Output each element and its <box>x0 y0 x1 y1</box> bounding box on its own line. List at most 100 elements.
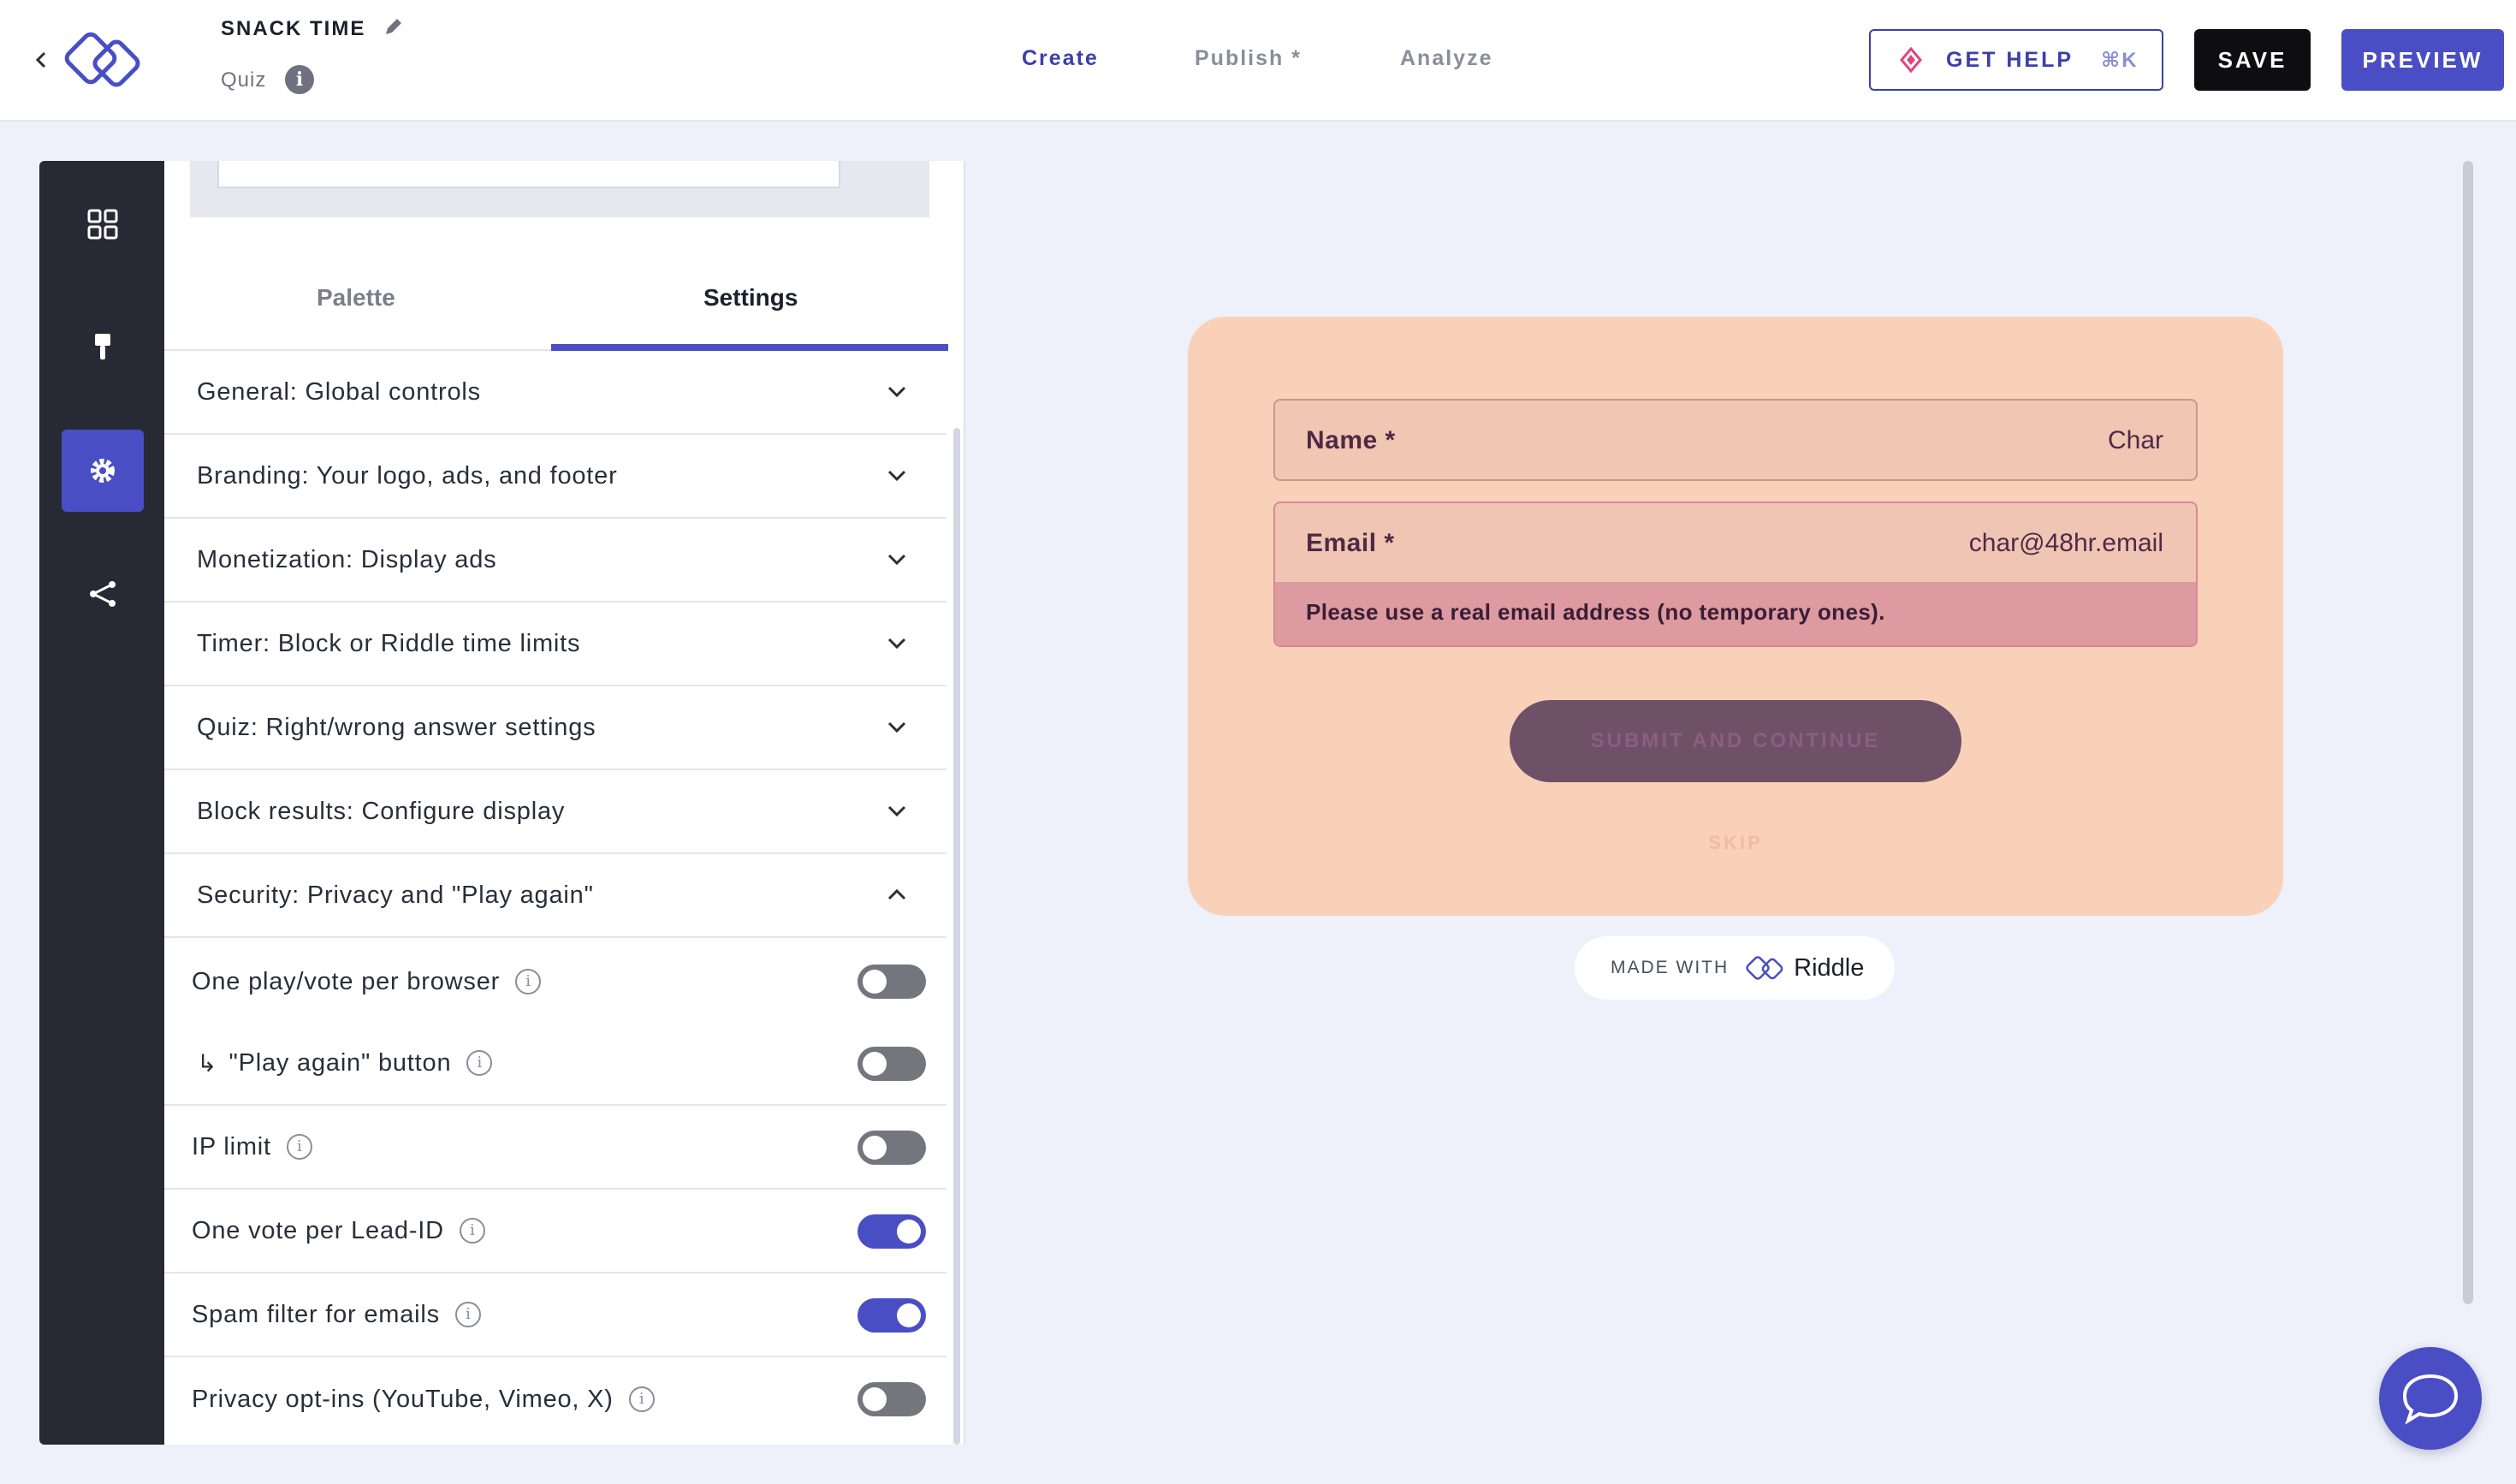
accordion-label: Monetization: Display ads <box>197 545 497 573</box>
made-with-label: MADE WITH <box>1611 958 1730 977</box>
accordion-security[interactable]: Security: Privacy and "Play again" <box>164 854 946 938</box>
accordion-branding[interactable]: Branding: Your logo, ads, and footer <box>164 435 946 519</box>
toggle-knob <box>863 1136 887 1160</box>
email-error-banner: Please use a real email address (no temp… <box>1275 582 2196 645</box>
skip-button[interactable]: SKIP <box>1188 832 2283 854</box>
info-icon[interactable]: i <box>285 65 314 94</box>
riddle-logo-icon[interactable] <box>60 27 154 92</box>
accordion-general[interactable]: General: Global controls <box>164 351 946 435</box>
toggle-knob <box>897 1303 921 1327</box>
canvas-scrollbar[interactable] <box>2463 161 2473 1304</box>
save-button[interactable]: SAVE <box>2194 29 2311 91</box>
option-label: One vote per Lead-ID <box>192 1216 444 1244</box>
tab-create[interactable]: Create <box>1022 46 1099 71</box>
option-ip-limit: IP limit i <box>164 1106 946 1190</box>
tab-palette[interactable]: Palette <box>317 284 395 312</box>
option-one-play-per-browser: One play/vote per browser i <box>164 940 946 1024</box>
name-field[interactable]: Name * Char <box>1273 399 2198 481</box>
tab-settings[interactable]: Settings <box>703 284 798 312</box>
made-with-riddle-badge[interactable]: MADE WITH Riddle <box>1575 936 1895 1000</box>
sub-arrow-icon: ↳ <box>197 1049 217 1077</box>
option-one-vote-per-lead-id: One vote per Lead-ID i <box>164 1190 946 1273</box>
email-error-text: Please use a real email address (no temp… <box>1306 599 1885 625</box>
name-field-value: Char <box>2107 426 2163 454</box>
panel-top-field[interactable] <box>217 161 840 188</box>
project-title: SNACK TIME <box>221 17 366 40</box>
riddle-logo-icon <box>1746 956 1783 980</box>
gear-icon <box>91 459 115 483</box>
top-bar: SNACK TIME Quiz i Create Publish * Analy… <box>0 0 2516 122</box>
left-rail <box>39 161 164 1445</box>
toggle-spam-filter[interactable] <box>857 1298 926 1333</box>
toggle-knob <box>863 1387 887 1411</box>
toggle-ip-limit[interactable] <box>857 1131 926 1165</box>
accordion-quiz[interactable]: Quiz: Right/wrong answer settings <box>164 686 946 770</box>
rail-share[interactable] <box>62 553 144 635</box>
back-chevron-icon[interactable] <box>31 45 51 75</box>
accordion-label: Block results: Configure display <box>197 797 566 825</box>
accordion-label: Branding: Your logo, ads, and footer <box>197 461 618 490</box>
info-icon[interactable]: i <box>454 1302 481 1327</box>
paint-brush-icon <box>95 334 110 359</box>
diamond-icon <box>1900 47 1922 73</box>
chevron-down-icon <box>887 470 906 482</box>
edit-pencil-icon[interactable] <box>382 15 406 39</box>
info-icon[interactable]: i <box>459 1218 485 1244</box>
email-field-value: char@48hr.email <box>1968 529 2163 557</box>
get-help-button[interactable]: GET HELP ⌘K <box>1869 29 2163 91</box>
accordion-label: Quiz: Right/wrong answer settings <box>197 713 596 741</box>
accordion-monetization[interactable]: Monetization: Display ads <box>164 519 946 603</box>
accordion-label: Security: Privacy and "Play again" <box>197 881 594 909</box>
chevron-down-icon <box>887 554 906 566</box>
help-shortcut: ⌘K <box>2101 48 2139 72</box>
toggle-knob <box>863 970 887 994</box>
toggle-privacy-opt-ins[interactable] <box>857 1382 926 1416</box>
toggle-one-play-per-browser[interactable] <box>857 965 926 999</box>
name-field-label: Name * <box>1306 426 1396 454</box>
chevron-down-icon <box>887 386 906 398</box>
chat-icon <box>2402 1374 2459 1425</box>
chevron-down-icon <box>887 721 906 733</box>
chevron-down-icon <box>887 638 906 650</box>
chevron-down-icon <box>887 805 906 817</box>
grid-icon <box>87 209 118 240</box>
toggle-one-vote-per-lead-id[interactable] <box>857 1214 926 1249</box>
toggle-knob <box>897 1220 921 1244</box>
option-label: Spam filter for emails <box>192 1300 440 1328</box>
info-icon[interactable]: i <box>628 1386 655 1412</box>
rail-settings[interactable] <box>62 430 144 512</box>
submit-and-continue-button[interactable]: SUBMIT AND CONTINUE <box>1510 700 1961 782</box>
share-icon <box>90 581 116 607</box>
lead-form-card: Name * Char Email * char@48hr.email Plea… <box>1188 317 2283 916</box>
tab-active-indicator <box>551 344 948 351</box>
project-type: Quiz <box>221 68 267 92</box>
email-field-label: Email * <box>1306 529 1395 557</box>
info-icon[interactable]: i <box>466 1050 493 1076</box>
info-icon[interactable]: i <box>515 969 542 994</box>
accordion-block-results[interactable]: Block results: Configure display <box>164 770 946 854</box>
tab-publish[interactable]: Publish * <box>1195 46 1302 71</box>
toggle-knob <box>863 1052 887 1076</box>
accordion-label: General: Global controls <box>197 377 481 406</box>
chat-button[interactable] <box>2379 1347 2482 1450</box>
option-label: IP limit <box>192 1132 271 1160</box>
panel-scrollbar[interactable] <box>953 428 960 1445</box>
accordion-timer[interactable]: Timer: Block or Riddle time limits <box>164 603 946 686</box>
rail-design[interactable] <box>62 306 144 389</box>
option-spam-filter: Spam filter for emails i <box>164 1273 946 1357</box>
get-help-label: GET HELP <box>1946 47 2074 72</box>
riddle-brand-name: Riddle <box>1794 953 1865 982</box>
accordion-label: Timer: Block or Riddle time limits <box>197 629 581 657</box>
settings-panel: Palette Settings General: Global control… <box>164 161 965 1445</box>
option-label: "Play again" button <box>228 1048 452 1077</box>
option-label: One play/vote per browser <box>192 967 501 995</box>
email-field[interactable]: Email * char@48hr.email Please use a rea… <box>1273 502 2198 647</box>
info-icon[interactable]: i <box>286 1134 312 1160</box>
rail-blocks[interactable] <box>62 183 144 265</box>
preview-button[interactable]: PREVIEW <box>2341 29 2504 91</box>
toggle-play-again-button[interactable] <box>857 1047 926 1081</box>
chevron-up-icon <box>887 888 906 900</box>
tab-analyze[interactable]: Analyze <box>1400 46 1492 71</box>
option-privacy-opt-ins: Privacy opt-ins (YouTube, Vimeo, X) i <box>164 1357 946 1441</box>
option-label: Privacy opt-ins (YouTube, Vimeo, X) <box>192 1385 614 1413</box>
